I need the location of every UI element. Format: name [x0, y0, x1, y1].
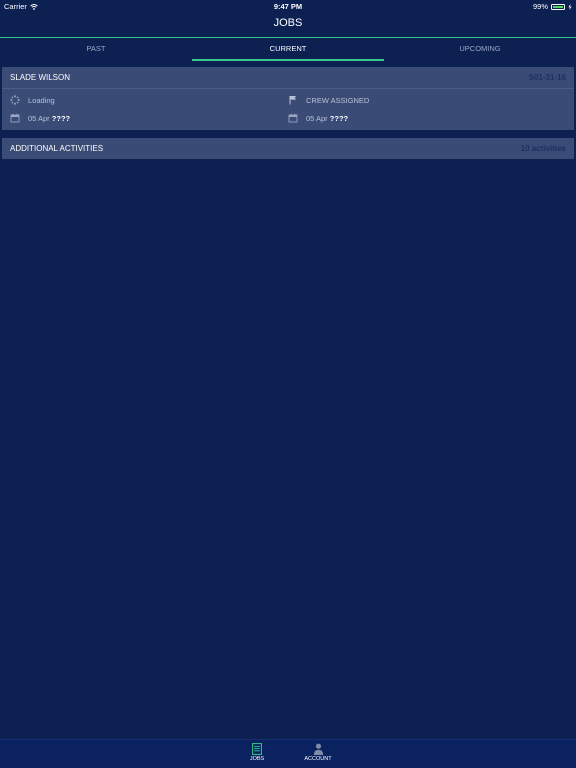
nav-jobs[interactable]: JOBS [237, 743, 277, 762]
end-date-year: ???? [329, 113, 349, 123]
tab-past[interactable]: PAST [0, 38, 192, 62]
user-icon [313, 743, 323, 755]
activities-label: ADDITIONAL ACTIVITIES [10, 144, 104, 153]
battery-percent: 99% [532, 2, 548, 11]
battery-icon [551, 3, 565, 10]
document-list-icon [252, 743, 262, 755]
calendar-icon [288, 113, 298, 123]
start-date-year: ???? [51, 113, 71, 123]
additional-activities-row[interactable]: ADDITIONAL ACTIVITIES 10 activities [2, 138, 574, 159]
nav-jobs-label: JOBS [249, 756, 265, 762]
job-status: Loading [28, 95, 55, 105]
bottom-tab-bar: JOBS ACCOUNT [0, 739, 576, 768]
start-date-row: 05 Apr ???? [10, 113, 70, 123]
charging-icon [568, 3, 572, 10]
job-code: S01-31-16 [528, 73, 566, 82]
clock: 9:47 PM [273, 2, 303, 11]
customer-name: SLADE WILSON [10, 73, 71, 82]
nav-account[interactable]: ACCOUNT [298, 743, 338, 762]
start-date-day: 05 Apr [28, 113, 50, 123]
job-status-row: Loading [10, 95, 55, 105]
job-card-header: SLADE WILSON S01-31-16 [2, 67, 574, 89]
end-date-row: 05 Apr ???? [288, 113, 348, 123]
crew-status-row: CREW ASSIGNED [288, 95, 369, 105]
flag-icon [288, 95, 298, 105]
nav-header: JOBS [0, 12, 576, 38]
tab-current[interactable]: CURRENT [192, 38, 384, 62]
nav-account-label: ACCOUNT [304, 756, 332, 762]
crew-status: CREW ASSIGNED [306, 95, 370, 105]
battery-info: 99% [533, 2, 572, 11]
tab-upcoming[interactable]: UPCOMING [384, 38, 576, 62]
loading-spinner-icon [10, 95, 20, 105]
status-bar: Carrier 9:47 PM 99% [0, 0, 576, 12]
job-card[interactable]: SLADE WILSON S01-31-16 Loading CREW ASSI… [2, 67, 574, 130]
page-title: JOBS [273, 17, 303, 29]
job-tabs: PAST CURRENT UPCOMING [0, 38, 576, 62]
activities-count: 10 activities [520, 144, 566, 153]
calendar-icon [10, 113, 20, 123]
end-date-day: 05 Apr [306, 113, 328, 123]
